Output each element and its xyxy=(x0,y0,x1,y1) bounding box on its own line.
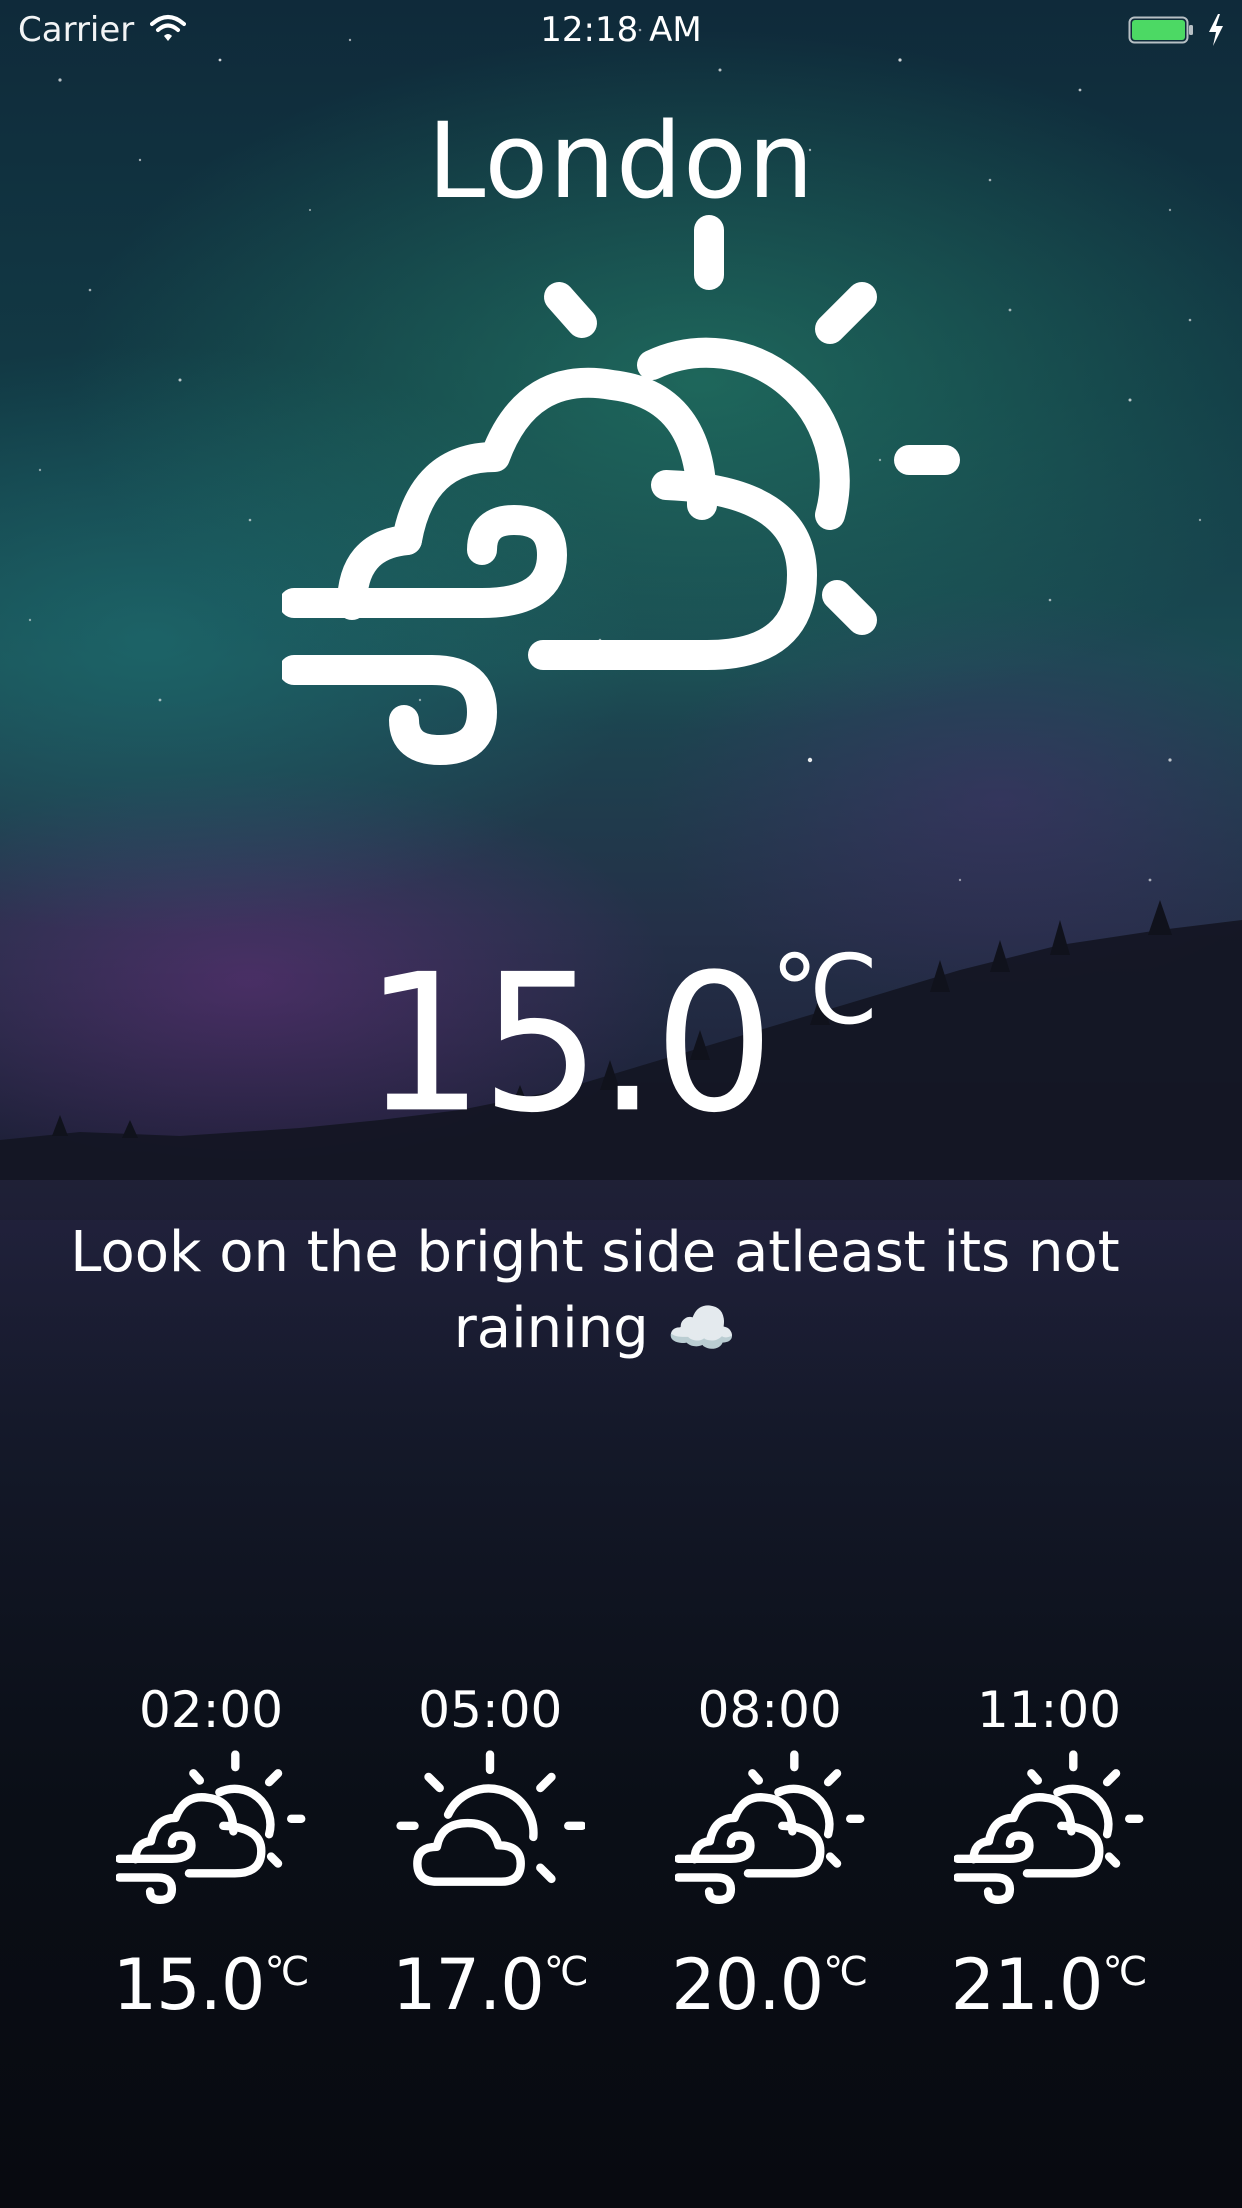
forecast-item: 11:00 21.0℃ xyxy=(913,1680,1185,2025)
forecast-temperature-value: 17.0 xyxy=(391,1944,545,2026)
forecast-item: 05:00 17.0℃ xyxy=(354,1680,626,2025)
current-temperature-unit: ℃ xyxy=(770,934,879,1046)
current-temperature-value: 15.0 xyxy=(363,933,775,1155)
forecast-temperature-value: 15.0 xyxy=(112,1944,266,2026)
forecast-temperature-unit: ℃ xyxy=(543,1949,589,1995)
forecast-temperature: 21.0℃ xyxy=(913,1932,1185,2025)
forecast-temperature-unit: ℃ xyxy=(1102,1949,1148,1995)
forecast-temperature-value: 21.0 xyxy=(950,1944,1104,2026)
forecast-time: 02:00 xyxy=(138,1681,284,1739)
forecast-item: 02:00 15.0℃ xyxy=(75,1680,347,2025)
status-time: 12:18 AM xyxy=(540,10,702,50)
battery-icon xyxy=(1128,16,1193,44)
forecast-temperature: 17.0℃ xyxy=(354,1932,626,2025)
weather-screen: Carrier 12:18 AM London 15.0℃ Look on th… xyxy=(0,0,1242,2208)
weather-message: Look on the bright side atleast its not … xyxy=(70,1220,1120,1361)
forecast-time: 11:00 xyxy=(976,1681,1122,1739)
status-bar: Carrier 12:18 AM xyxy=(0,0,1242,60)
forecast-temperature-unit: ℃ xyxy=(823,1949,869,1995)
wind-cloud-sun-icon xyxy=(282,215,962,785)
charging-bolt-icon xyxy=(1209,14,1223,46)
city-name: London xyxy=(427,100,815,222)
forecast-temperature-unit: ℃ xyxy=(264,1949,310,1995)
wind-cloud-sun-icon xyxy=(675,1750,865,1910)
forecast-temperature-value: 20.0 xyxy=(671,1944,824,2026)
current-temperature: 15.0℃ xyxy=(0,890,1242,1144)
cloud-sun-icon xyxy=(395,1750,585,1910)
forecast-time: 08:00 xyxy=(697,1681,842,1739)
forecast-time: 05:00 xyxy=(418,1681,563,1739)
forecast-temperature: 20.0℃ xyxy=(634,1932,906,2025)
forecast-item: 08:00 20.0℃ xyxy=(634,1680,906,2025)
forecast-temperature: 15.0℃ xyxy=(75,1932,347,2025)
wind-cloud-sun-icon xyxy=(116,1750,306,1910)
wind-cloud-sun-icon xyxy=(954,1750,1144,1910)
hourly-forecast: 02:00 15.0℃ 05:00 17.0℃ 08:00 20.0℃ 11:0… xyxy=(75,1680,1185,2025)
